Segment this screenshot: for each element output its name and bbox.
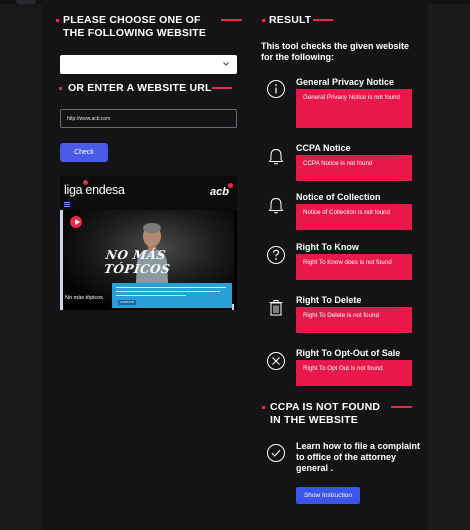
preview-caption: No más tópicos [65, 295, 103, 301]
status-box-collection: Notice of Collection is not found [296, 204, 412, 230]
trash-icon [269, 300, 283, 316]
heading-bullet [262, 19, 265, 22]
check-circle-icon [267, 444, 285, 462]
status-box-privacy: General Privacy Notice is not found [296, 89, 412, 128]
item-title-collection: Notice of Collection [296, 192, 381, 202]
brand-dot [228, 183, 233, 188]
top-tab[interactable] [16, 0, 36, 4]
heading-rule [391, 406, 412, 408]
url-input[interactable] [60, 109, 237, 128]
website-preview: liga endesa acb NO MÁS TÓPICOS No más tó… [60, 176, 237, 310]
chevron-down-icon [223, 62, 229, 66]
check-button[interactable]: Check [60, 143, 108, 162]
preview-header: liga endesa acb [60, 176, 237, 210]
heading-rule [221, 19, 242, 21]
item-title-know: Right To Know [296, 242, 359, 252]
heading-rule [313, 19, 333, 21]
item-title-delete: Right To Delete [296, 295, 362, 305]
heading-bullet [59, 87, 62, 90]
preview-tagline: NO MÁS TÓPICOS [103, 248, 172, 276]
question-icon [267, 246, 285, 264]
preview-logo: liga endesa [64, 183, 125, 197]
cookie-accept-button: ACEPTAR [118, 300, 136, 305]
status-box-ccpa: CCPA Notice is not found [296, 155, 412, 181]
cookie-text-line [116, 295, 186, 296]
item-title-privacy: General Privacy Notice [296, 77, 395, 87]
item-title-optout: Right To Opt-Out of Sale [296, 348, 401, 358]
verdict-heading: CCPA IS NOT FOUND IN THE WEBSITE [270, 401, 380, 427]
result-intro: This tool checks the given website for t… [261, 41, 410, 62]
cookie-text-line [116, 287, 226, 288]
bell-icon [268, 148, 284, 165]
cookie-text-line [116, 291, 220, 292]
show-instruction-button[interactable]: Show Instruction [296, 487, 360, 504]
url-heading: OR ENTER A WEBSITE URL [68, 82, 212, 94]
x-circle-icon [267, 352, 285, 370]
verdict-line1: CCPA IS NOT FOUND [270, 401, 381, 413]
heading-rule [212, 87, 232, 89]
play-icon [70, 216, 82, 228]
logo-dot [83, 180, 88, 185]
heading-bullet [56, 19, 59, 22]
status-box-optout: Right To Opt Out is not found [296, 360, 412, 386]
status-box-delete: Right To Delete is not found [296, 307, 412, 333]
info-icon [267, 80, 285, 98]
complaint-text: Learn how to file a complaint to office … [296, 441, 421, 473]
verdict-line2: IN THE WEBSITE [270, 414, 358, 426]
status-box-know: Right To Know does is not found [296, 254, 412, 280]
menu-icon [64, 202, 70, 207]
item-title-ccpa: CCPA Notice [296, 143, 351, 153]
cookie-banner: ACEPTAR [112, 283, 232, 308]
choose-heading-line2: THE FOLLOWING WEBSITE [63, 27, 207, 39]
heading-bullet [262, 406, 265, 409]
bell-icon [268, 197, 284, 214]
website-select[interactable] [60, 55, 237, 74]
choose-heading: PLEASE CHOOSE ONE OF THE FOLLOWING WEBSI… [63, 14, 206, 40]
preview-brand: acb [210, 186, 229, 198]
result-heading: RESULT [269, 14, 312, 26]
choose-heading-line1: PLEASE CHOOSE ONE OF [63, 14, 201, 26]
